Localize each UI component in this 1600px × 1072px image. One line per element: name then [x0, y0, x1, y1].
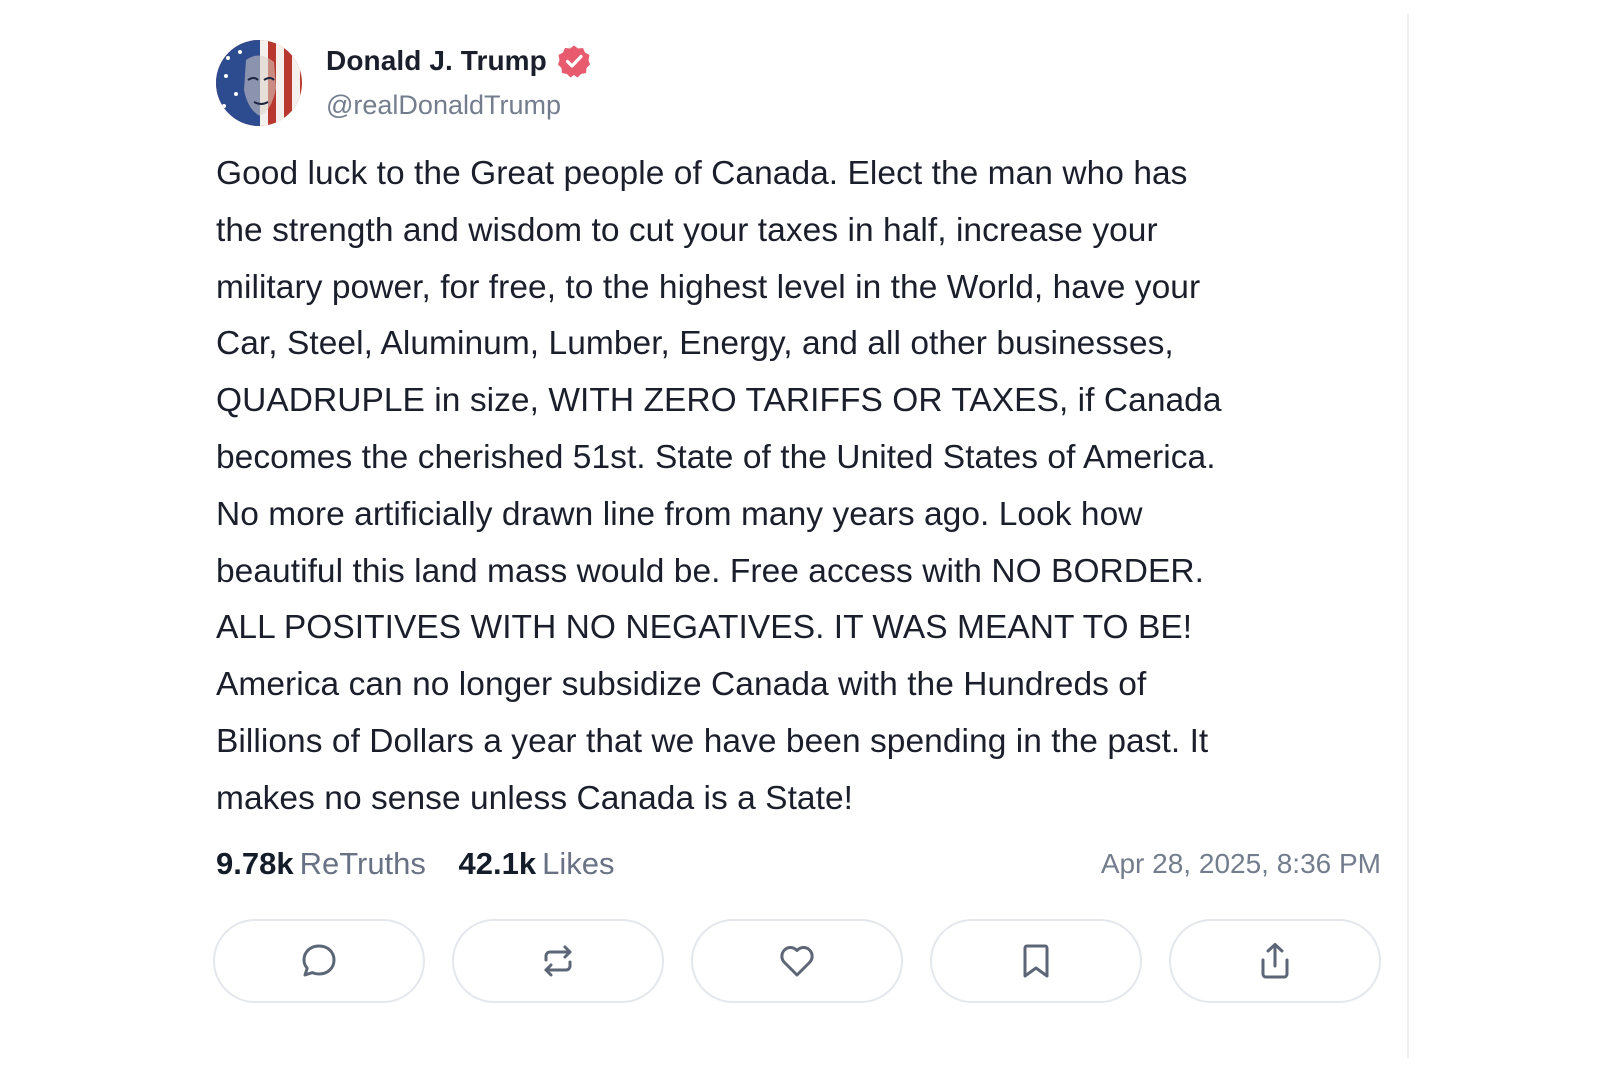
- reply-icon: [302, 944, 336, 977]
- retruths-stat[interactable]: 9.78k ReTruths: [216, 846, 426, 882]
- author-handle[interactable]: @realDonaldTrump: [326, 90, 561, 121]
- truth-social-page: Donald J. Trump @realDonaldTrump Good lu…: [0, 0, 1600, 1072]
- column-divider: [1407, 14, 1409, 1058]
- share-button[interactable]: [1169, 919, 1381, 1003]
- action-bar: [213, 919, 1381, 1007]
- post-timestamp[interactable]: Apr 28, 2025, 8:36 PM: [1101, 848, 1381, 880]
- likes-count: 42.1k: [458, 846, 537, 881]
- avatar[interactable]: [216, 40, 302, 126]
- likes-stat[interactable]: 42.1k Likes: [459, 846, 615, 882]
- likes-label: Likes: [542, 846, 615, 881]
- reply-button[interactable]: [213, 919, 425, 1003]
- avatar-image: [216, 40, 302, 126]
- author-name-line: Donald J. Trump: [326, 44, 591, 78]
- verified-badge-icon: [557, 44, 591, 78]
- post-body-text: Good luck to the Great people of Canada.…: [216, 155, 1222, 817]
- author-name[interactable]: Donald J. Trump: [326, 45, 547, 77]
- heart-icon: [780, 946, 814, 977]
- author-row: Donald J. Trump @realDonaldTrump: [216, 38, 916, 128]
- retruth-icon: [544, 945, 572, 977]
- like-button[interactable]: [691, 919, 903, 1003]
- bookmark-icon: [1023, 944, 1049, 978]
- retruths-count: 9.78k: [216, 846, 294, 881]
- share-icon: [1261, 943, 1289, 979]
- bookmark-button[interactable]: [930, 919, 1142, 1003]
- retruths-label: ReTruths: [299, 846, 426, 881]
- post-stats: 9.78k ReTruths 42.1k Likes Apr 28, 2025, 8…: [216, 846, 1381, 890]
- retruth-button[interactable]: [452, 919, 664, 1003]
